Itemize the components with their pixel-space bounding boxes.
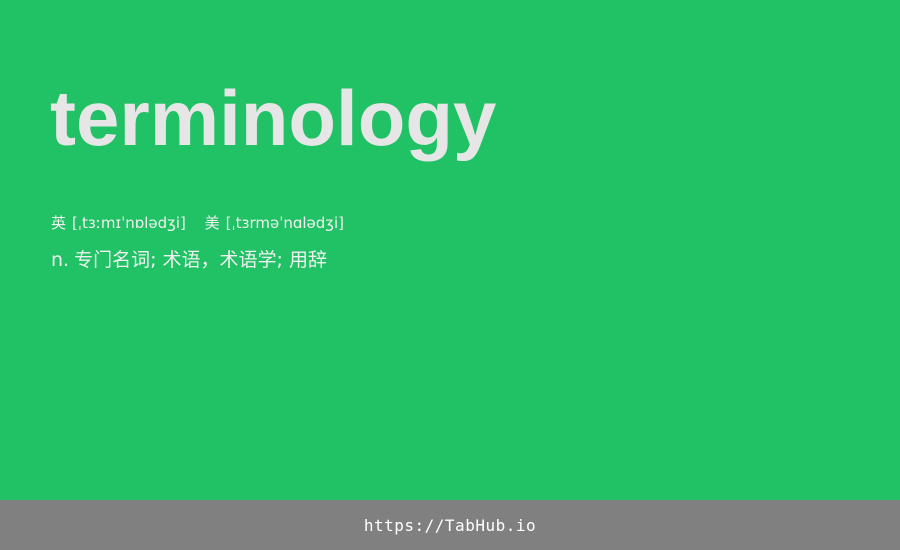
headword: terminology <box>50 74 497 162</box>
us-label: 美 <box>204 214 220 232</box>
tabhub-link[interactable]: https://TabHub.io <box>364 516 536 535</box>
us-ipa: [ˌtɜrməˈnɑlədʒi] <box>225 214 344 232</box>
uk-label: 英 <box>51 214 67 232</box>
part-of-speech: n. <box>51 249 70 271</box>
phonetics-row: 英 [ˌtɜːmɪˈnɒlədʒi] 美 [ˌtɜrməˈnɑlədʒi] <box>51 213 344 233</box>
word-card: terminology 英 [ˌtɜːmɪˈnɒlədʒi] 美 [ˌtɜrməˈn… <box>0 0 900 500</box>
definition-line: n. 专门名词; 术语，术语学; 用辞 <box>51 248 327 272</box>
footer-bar: https://TabHub.io <box>0 500 900 550</box>
uk-pronunciation: 英 [ˌtɜːmɪˈnɒlədʒi] <box>51 213 186 233</box>
us-pronunciation: 美 [ˌtɜrməˈnɑlədʒi] <box>205 213 344 233</box>
definition-text: 专门名词; 术语，术语学; 用辞 <box>74 249 327 271</box>
uk-ipa: [ˌtɜːmɪˈnɒlədʒi] <box>72 214 186 232</box>
